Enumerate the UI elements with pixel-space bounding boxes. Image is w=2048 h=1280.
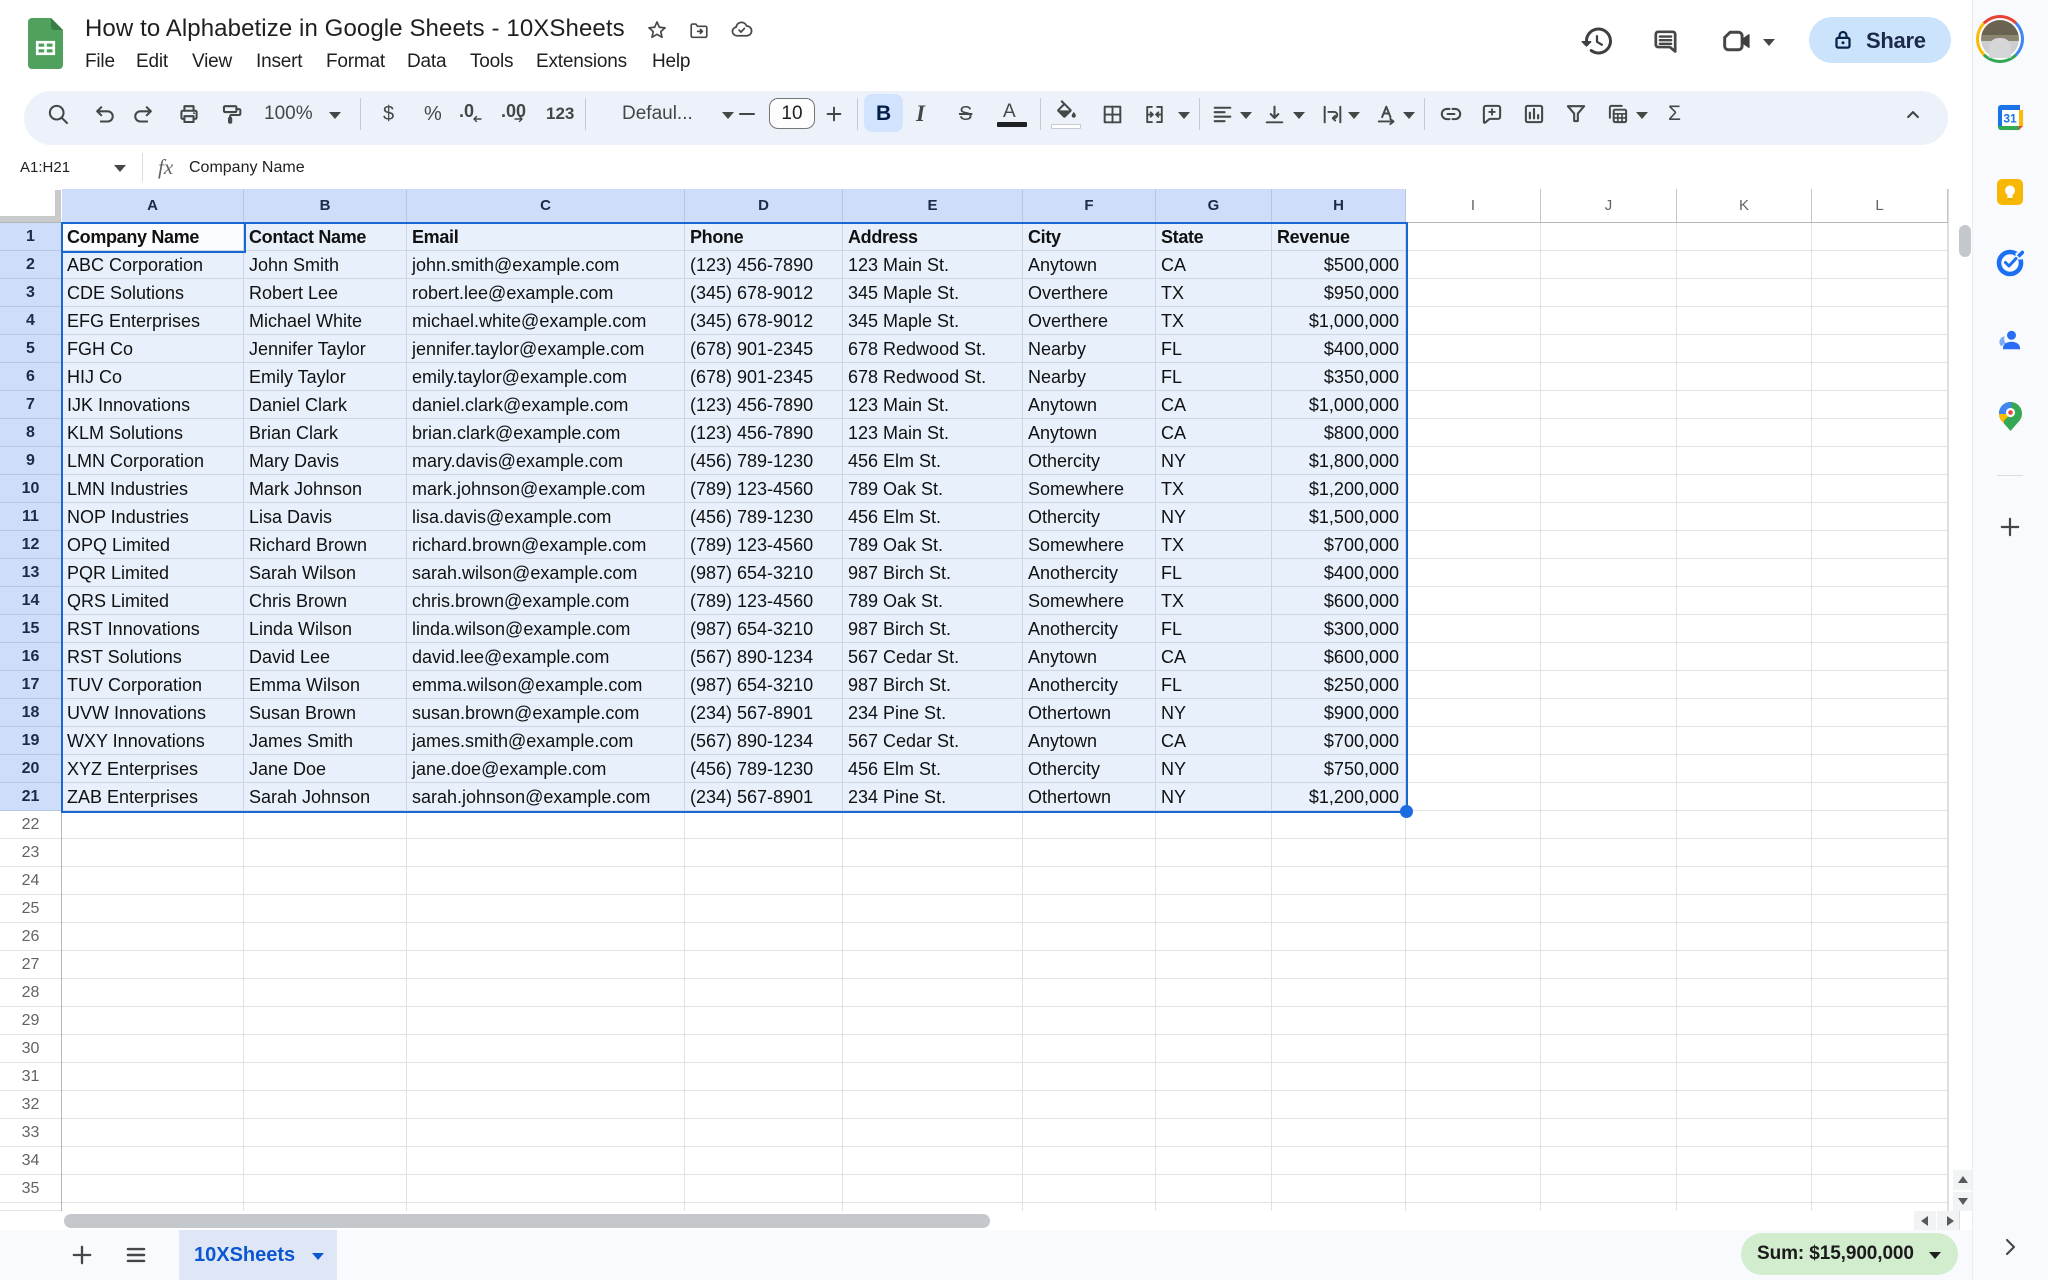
svg-text:31: 31 [2003, 112, 2017, 126]
